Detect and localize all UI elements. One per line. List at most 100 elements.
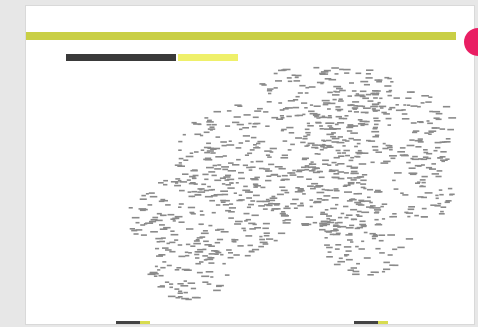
map-dot — [440, 151, 447, 153]
map-dot — [211, 250, 218, 252]
map-dot — [346, 130, 353, 132]
map-dot — [280, 157, 289, 159]
map-dot — [209, 199, 215, 202]
map-dot — [341, 152, 346, 154]
map-dot — [372, 135, 379, 138]
map-dot — [273, 87, 278, 89]
map-dot — [269, 151, 274, 153]
map-dot — [431, 173, 439, 175]
map-dot — [420, 216, 428, 218]
map-dot — [265, 125, 270, 127]
map-dot — [354, 145, 358, 148]
map-dot — [183, 291, 188, 294]
map-dot — [448, 117, 457, 119]
map-dot — [300, 141, 306, 144]
map-dot — [302, 137, 308, 140]
map-dot — [444, 201, 450, 204]
map-dot — [337, 177, 345, 180]
map-dot — [220, 199, 226, 202]
map-dot — [263, 111, 269, 113]
map-dot — [310, 161, 314, 163]
map-dot — [321, 188, 325, 191]
map-dot — [156, 212, 162, 215]
map-dot — [304, 92, 309, 94]
map-dot — [162, 199, 168, 202]
map-dot — [327, 108, 331, 110]
map-dot — [176, 267, 182, 269]
map-dot — [288, 132, 295, 134]
map-dot — [347, 239, 353, 241]
map-dot — [265, 154, 271, 156]
map-dot — [379, 252, 385, 254]
map-dot — [427, 122, 433, 125]
map-dot — [266, 204, 273, 207]
map-dot — [375, 151, 382, 153]
map-dot — [295, 187, 300, 189]
map-dot — [210, 152, 216, 154]
map-dot — [221, 193, 229, 196]
map-dot — [269, 147, 277, 150]
map-dot — [331, 161, 337, 164]
map-dot — [267, 156, 272, 158]
map-dot — [384, 76, 390, 79]
map-dot — [201, 275, 210, 278]
map-dot — [185, 298, 192, 301]
map-dot — [415, 182, 420, 184]
map-dot — [429, 110, 433, 113]
map-dot — [145, 193, 149, 195]
map-dot — [220, 253, 224, 256]
map-dot — [170, 218, 176, 220]
map-dot — [399, 147, 406, 149]
map-dot — [327, 102, 336, 105]
map-dot — [312, 114, 318, 117]
map-dot — [417, 165, 422, 167]
map-dot — [213, 110, 221, 113]
map-dot — [208, 224, 213, 227]
map-dot — [316, 191, 325, 194]
map-dot — [373, 120, 381, 122]
map-dot — [189, 152, 194, 154]
map-dot — [235, 147, 242, 149]
map-dot — [212, 164, 217, 167]
map-dot — [355, 214, 360, 216]
map-dot — [344, 72, 350, 74]
map-dot — [311, 182, 319, 185]
map-dot — [423, 149, 428, 151]
map-dot — [345, 214, 353, 216]
map-dot — [446, 141, 451, 143]
map-dot — [205, 271, 214, 273]
map-dot — [214, 168, 222, 170]
map-dot — [233, 192, 237, 194]
map-dot — [182, 173, 189, 175]
map-dot — [283, 207, 291, 210]
map-dot — [428, 133, 432, 135]
map-dot — [178, 149, 182, 151]
map-dot — [322, 159, 329, 162]
map-dot — [266, 238, 274, 240]
map-dot — [333, 189, 340, 192]
map-dot — [242, 189, 251, 192]
map-dot — [370, 161, 375, 164]
map-dot — [331, 67, 339, 69]
map-dot — [256, 142, 261, 145]
map-dot — [277, 232, 286, 235]
map-dot — [389, 264, 395, 266]
map-dot — [246, 206, 251, 209]
map-dot — [271, 208, 279, 210]
map-dot — [426, 120, 430, 122]
map-dot — [225, 209, 231, 212]
map-dot — [355, 72, 362, 75]
map-dot — [292, 198, 299, 201]
map-dot — [215, 251, 222, 254]
map-dot — [365, 77, 373, 79]
map-dot — [194, 133, 202, 136]
map-dot — [377, 191, 383, 193]
map-dot — [363, 187, 367, 190]
map-dot — [324, 244, 330, 246]
map-dot — [312, 144, 318, 146]
map-dot — [312, 221, 318, 224]
map-dot — [357, 149, 362, 152]
map-dot — [133, 233, 139, 235]
map-dot — [435, 197, 439, 200]
map-dot — [271, 195, 276, 198]
